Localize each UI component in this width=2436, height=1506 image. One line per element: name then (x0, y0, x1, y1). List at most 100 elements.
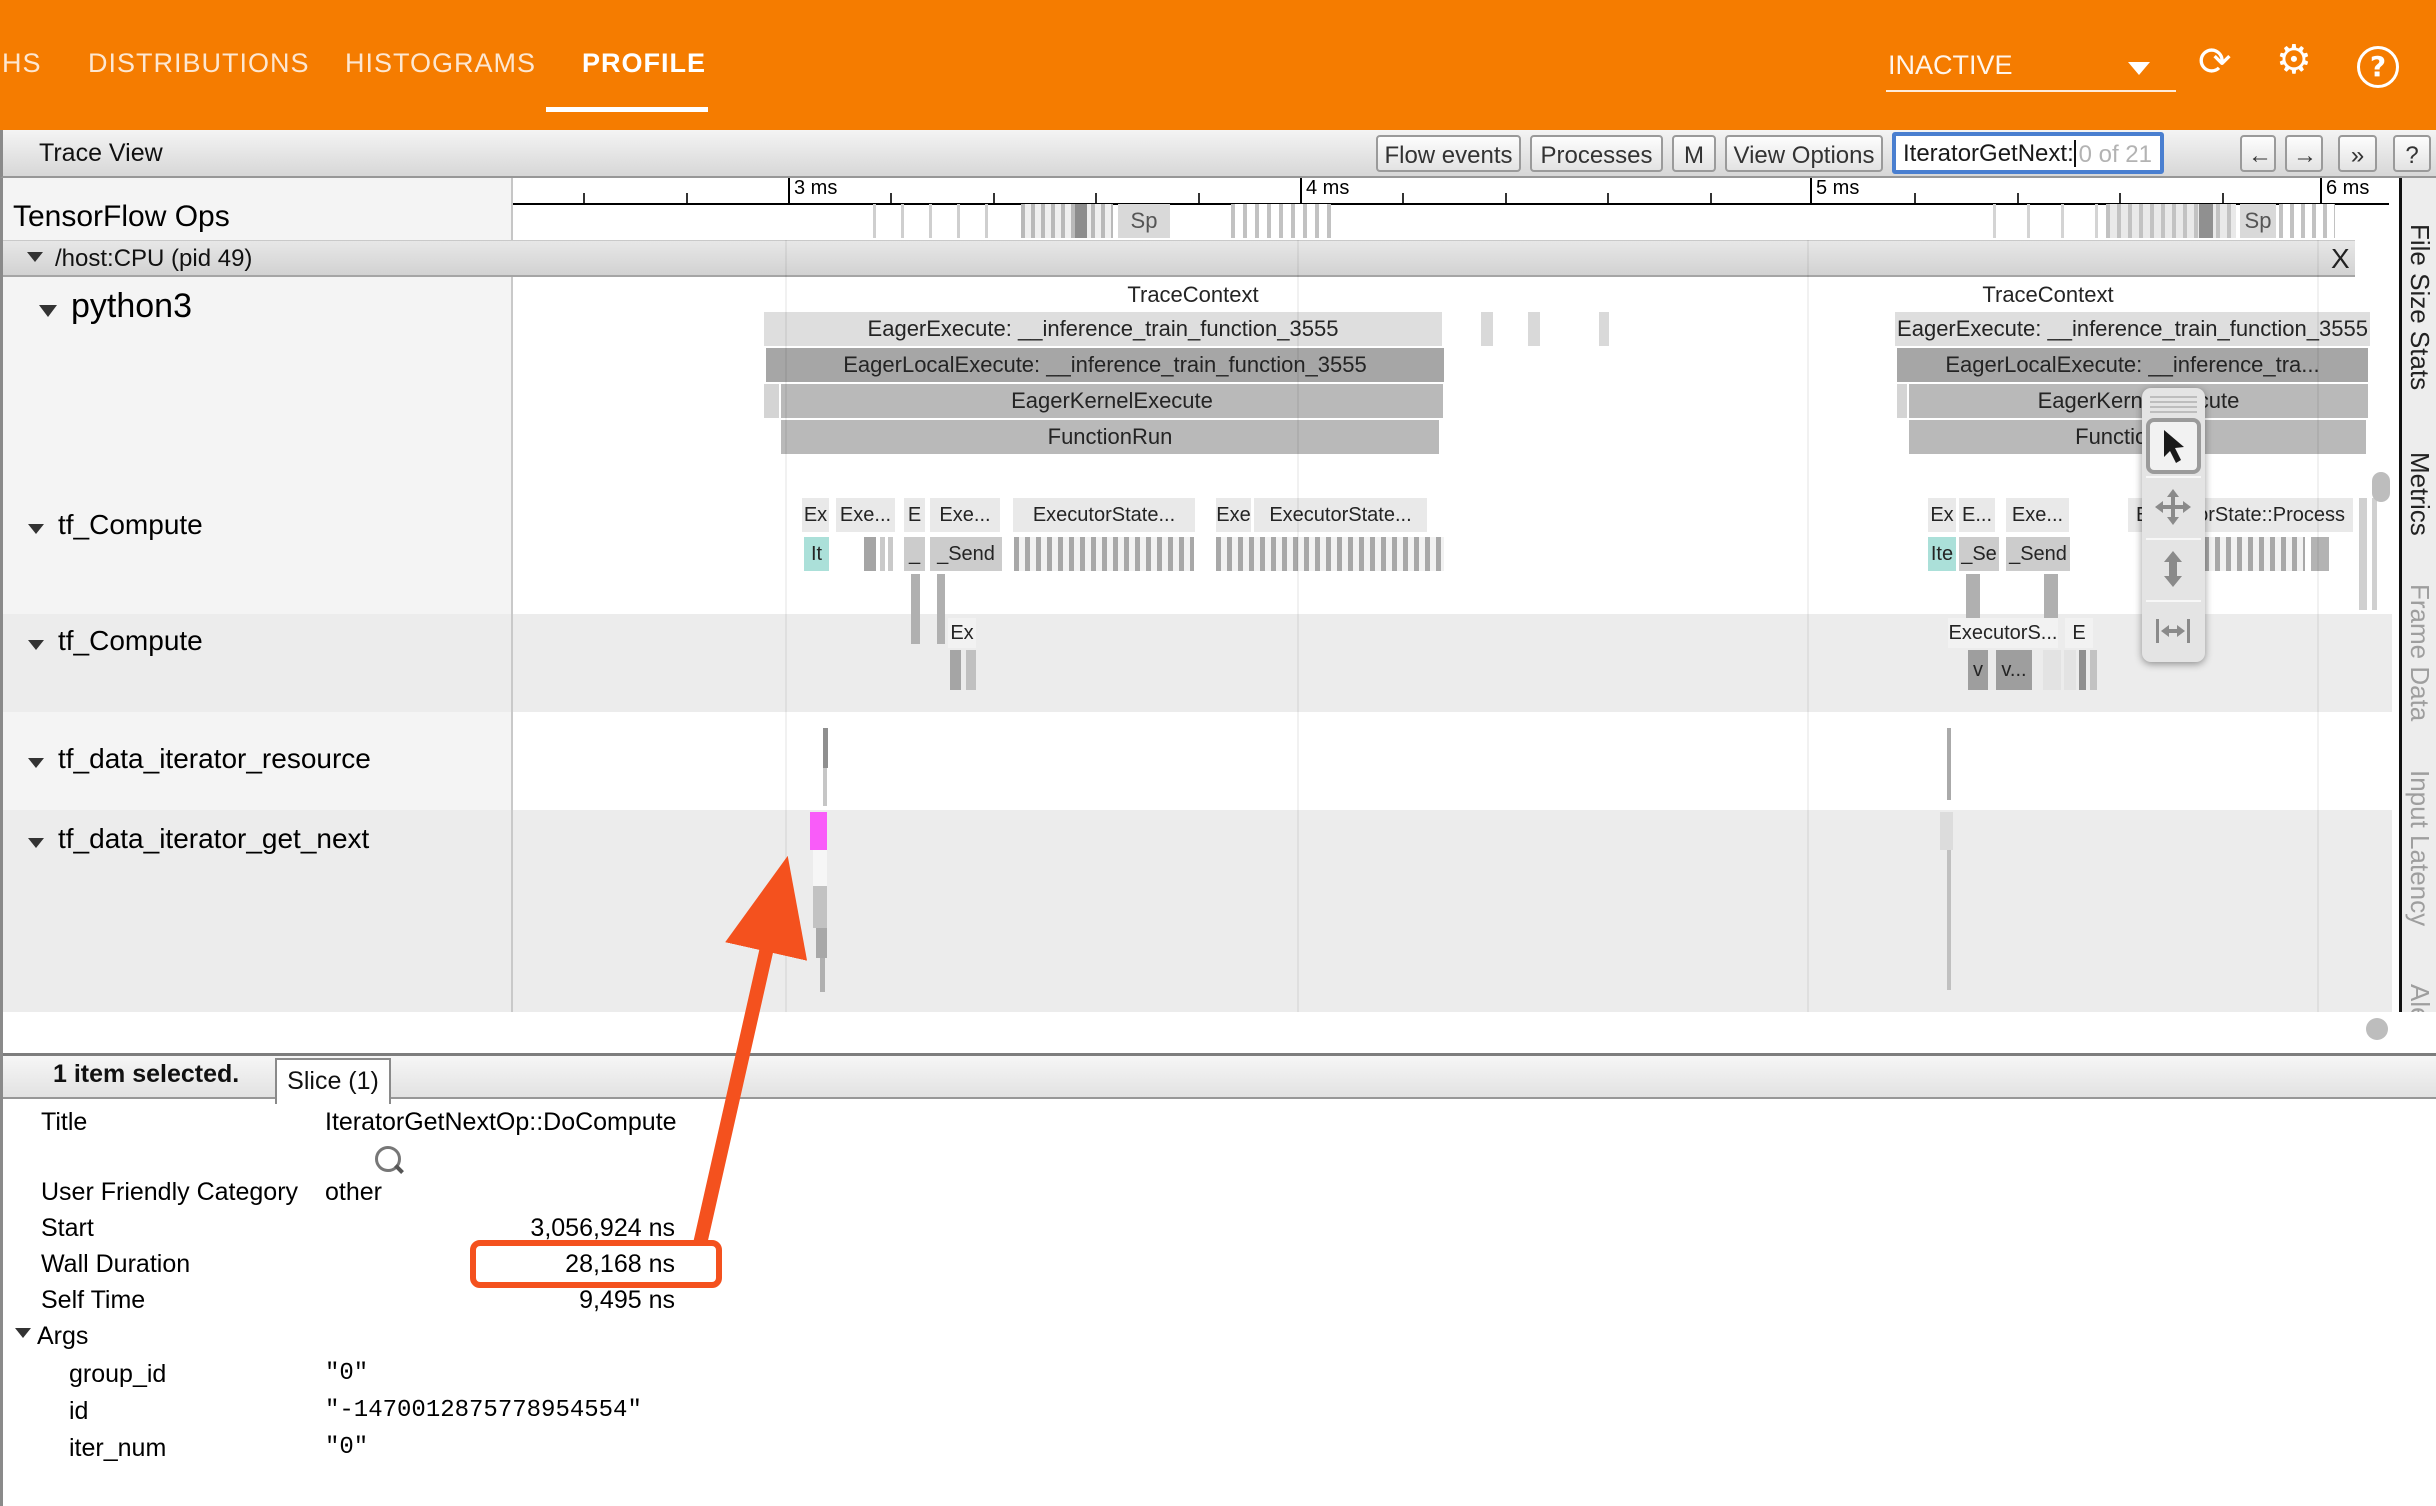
slice-descender[interactable] (813, 886, 827, 928)
slice-small[interactable] (880, 537, 885, 571)
slice-executor[interactable]: Ex (948, 618, 976, 648)
slice-eager-kernel-execute[interactable]: EagerKernelExecute (781, 384, 1443, 418)
slice-resource[interactable] (823, 728, 828, 768)
slice-eager-kernel-execute[interactable]: EagerKernelExecute (1909, 384, 2368, 418)
refresh-icon[interactable] (2198, 42, 2232, 82)
slice-small[interactable] (950, 650, 961, 690)
op-slice-sp[interactable]: Sp (1118, 204, 1170, 238)
arg-key: iter_num (69, 1434, 166, 1463)
op-slices-cluster (1231, 204, 1331, 238)
slice-eager-execute[interactable]: EagerExecute: __inference_train_function… (764, 312, 1442, 346)
title-label: Title (41, 1108, 87, 1137)
zoom-tool-button[interactable] (2146, 542, 2201, 598)
close-icon[interactable]: X (2331, 243, 2350, 275)
slice-cluster (1216, 537, 1444, 571)
tab-distributions[interactable]: DISTRIBUTIONS (88, 48, 310, 79)
slice-descender[interactable] (1947, 850, 1951, 990)
slice-small[interactable] (2090, 650, 2097, 690)
metadata-button[interactable]: M (1672, 135, 1716, 172)
slice-executor[interactable]: Exe... (836, 498, 895, 532)
slice-small[interactable] (1940, 812, 1953, 850)
slice-small[interactable] (2079, 650, 2086, 690)
horizontal-scrollbar-thumb[interactable] (2366, 1018, 2388, 1040)
slice-executor[interactable]: E (904, 498, 925, 532)
slice-trace-context[interactable]: TraceContext (1898, 280, 2198, 310)
slice-small[interactable] (864, 537, 876, 571)
slice-descender[interactable] (911, 574, 920, 644)
slice-iterator-get-next-selected[interactable] (810, 812, 827, 850)
palette-drag-handle[interactable] (2150, 393, 2197, 413)
tab-file-size-stats[interactable]: File Size Stats (2404, 224, 2435, 390)
tab-metrics[interactable]: Metrics (2404, 452, 2435, 536)
flow-events-button[interactable]: Flow events (1376, 135, 1521, 172)
slice-small[interactable] (966, 650, 976, 690)
tab-histograms[interactable]: HISTOGRAMS (345, 48, 536, 79)
slice-small[interactable] (1897, 384, 1907, 418)
selection-tool-button[interactable] (2146, 418, 2201, 474)
slice-executor-state[interactable]: ExecutorS... (1948, 618, 2058, 648)
slice-eager-execute[interactable]: EagerExecute: __inference_train_function… (1895, 312, 2370, 346)
slice-small[interactable] (888, 537, 893, 571)
slice-executor[interactable]: Ex (1928, 498, 1956, 532)
thread-label-iterator-resource[interactable]: tf_data_iterator_resource (28, 743, 371, 775)
slice-function-run[interactable]: FunctionRun (1909, 420, 2366, 454)
help-icon[interactable] (2357, 46, 2399, 88)
slice-small[interactable] (1599, 312, 1609, 346)
args-collapse-icon[interactable] (15, 1328, 31, 1338)
slice-descender[interactable] (820, 958, 825, 992)
slice-resource[interactable] (1947, 728, 1951, 800)
pan-tool-button[interactable] (2146, 480, 2201, 536)
slice-send[interactable]: _Se (1959, 537, 1999, 571)
slice-send[interactable]: _ (904, 537, 925, 571)
slice-tab[interactable]: Slice (1) (275, 1058, 391, 1104)
slice-small[interactable] (2064, 650, 2076, 690)
thread-label-iterator-get-next[interactable]: tf_data_iterator_get_next (28, 823, 369, 855)
slice-small[interactable] (1528, 312, 1540, 346)
slice-small[interactable] (2043, 650, 2061, 690)
tab-graphs-partial[interactable]: HS (2, 48, 42, 79)
thread-label-python3[interactable]: python3 (39, 287, 192, 326)
collapse-icon[interactable] (27, 252, 43, 262)
view-options-button[interactable]: View Options (1725, 135, 1883, 172)
slice-send[interactable]: _Send (2006, 537, 2070, 571)
slice-executor[interactable]: Exe (1216, 498, 1251, 532)
slice-eager-local-execute[interactable]: EagerLocalExecute: __inference_train_fun… (766, 348, 1444, 382)
find-previous-button[interactable]: ← (2240, 135, 2276, 172)
slice-executor[interactable]: E (2065, 618, 2093, 648)
slice-descender[interactable] (816, 928, 827, 958)
timing-tool-button[interactable] (2146, 604, 2201, 660)
find-next-button[interactable]: → (2285, 135, 2323, 172)
slice-executor[interactable]: Exe... (930, 498, 1000, 532)
slice-executor[interactable]: E... (1959, 498, 1995, 532)
more-tools-button[interactable]: » (2338, 135, 2377, 172)
slice-eager-local-execute[interactable]: EagerLocalExecute: __inference_tra... (1897, 348, 2368, 382)
thread-label-tf-compute-1[interactable]: tf_Compute (28, 509, 203, 541)
slice-send[interactable]: _Send (930, 537, 1002, 571)
slice-small[interactable] (1481, 312, 1493, 346)
run-selector-dropdown[interactable]: INACTIVE (1886, 44, 2176, 92)
slice-iterator-selected[interactable]: It (804, 537, 829, 571)
slice-descender[interactable] (813, 850, 827, 886)
tab-profile[interactable]: PROFILE (582, 48, 706, 79)
slice-v[interactable]: v (1968, 650, 1988, 690)
gear-icon[interactable] (2276, 40, 2312, 80)
slice-function-run[interactable]: FunctionRun (781, 420, 1439, 454)
slice-iterator-selected[interactable]: Ite (1928, 537, 1956, 571)
processes-button[interactable]: Processes (1530, 135, 1663, 172)
slice-descender[interactable] (937, 574, 945, 644)
shortcuts-help-button[interactable]: ? (2393, 135, 2431, 172)
slice-small[interactable] (2311, 537, 2329, 571)
op-slice-sp[interactable]: Sp (2240, 204, 2276, 238)
slice-executor-state[interactable]: ExecutorState... (1013, 498, 1195, 532)
slice-executor[interactable]: Exe... (2006, 498, 2069, 532)
magnifier-icon[interactable] (375, 1146, 401, 1172)
slice-small[interactable] (764, 384, 779, 418)
slice-v[interactable]: v... (1996, 650, 2032, 690)
slice-executor[interactable]: Ex (802, 498, 829, 532)
timeline-ruler-row: TensorFlow Ops 3 ms 4 ms 5 ms 6 ms Sp Sp (0, 178, 2436, 240)
slice-resource[interactable] (823, 768, 827, 806)
thread-label-tf-compute-2[interactable]: tf_Compute (28, 625, 203, 657)
search-input[interactable]: IteratorGetNext: 0 of 21 (1892, 132, 2164, 174)
slice-executor-state[interactable]: ExecutorState... (1254, 498, 1427, 532)
vertical-scrollbar-thumb[interactable] (2372, 472, 2390, 502)
